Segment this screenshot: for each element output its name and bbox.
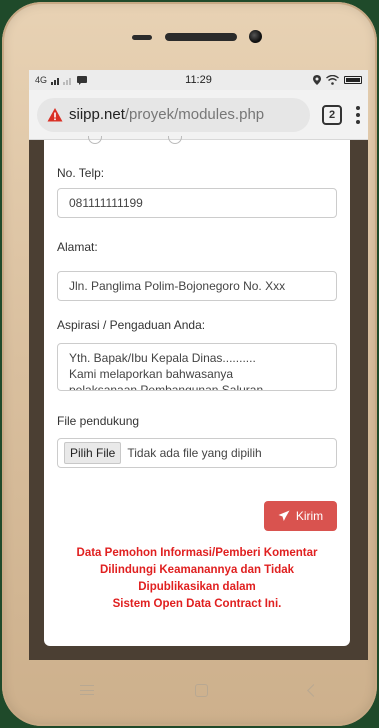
address-bar[interactable]: siipp.net/proyek/modules.php [37, 97, 310, 132]
submit-button[interactable]: Kirim [264, 501, 337, 531]
radio-option[interactable] [168, 136, 182, 144]
phone-nav-bar [29, 660, 368, 720]
notice-line: Sistem Open Data Contract Ini. [112, 598, 282, 610]
notice-line: Dipublikasikan dalam [138, 581, 256, 593]
textarea-line: pelaksanaan Pembangunan Saluran [69, 383, 264, 391]
phone-input[interactable]: 081111111199 [57, 188, 337, 218]
textarea-line: Kami melaporkan bahwasanya [69, 367, 234, 381]
phone-screen: 4G 11:29 siipp.net /proyek/modules.php 2… [29, 70, 368, 660]
web-page-form: No. Telp: 081111111199 Alamat: Jln. Pang… [44, 136, 350, 646]
earpiece-speaker [165, 33, 237, 41]
url-host: siipp.net [69, 106, 125, 123]
aspiration-label: Aspirasi / Pengaduan Anda: [57, 318, 206, 332]
radio-options-partial [88, 136, 288, 146]
paper-plane-icon [278, 510, 290, 521]
front-camera [249, 30, 262, 43]
address-input[interactable]: Jln. Panglima Polim-Bojonegoro No. Xxx [57, 271, 337, 301]
address-label: Alamat: [57, 240, 98, 254]
url-path: /proyek/modules.php [124, 106, 265, 123]
battery-icon [344, 76, 362, 84]
dot [356, 105, 360, 110]
phone-label: No. Telp: [57, 166, 105, 180]
file-label: File pendukung [57, 414, 140, 428]
file-input[interactable]: Pilih File Tidak ada file yang dipilih [57, 438, 337, 468]
recent-apps-icon[interactable] [79, 685, 94, 695]
back-icon[interactable] [306, 683, 320, 697]
notice-line: Dilindungi Keamanannya dan Tidak [99, 564, 295, 576]
browser-menu-button[interactable] [356, 105, 360, 124]
file-status: Tidak ada file yang dipilih [127, 446, 262, 460]
tab-switcher-button[interactable]: 2 [322, 104, 342, 125]
submit-label: Kirim [295, 509, 324, 523]
sensor [132, 35, 152, 40]
textarea-line: Yth. Bapak/Ibu Kepala Dinas.......... [69, 351, 256, 365]
dot [356, 119, 360, 124]
dot [356, 112, 360, 117]
radio-option[interactable] [88, 136, 102, 144]
browser-toolbar: siipp.net/proyek/modules.php 2 [29, 90, 368, 140]
choose-file-button[interactable]: Pilih File [64, 442, 122, 464]
not-secure-warning-icon[interactable] [47, 107, 63, 123]
aspiration-textarea[interactable]: Yth. Bapak/Ibu Kepala Dinas.......... Ka… [57, 343, 337, 391]
notice-line: Data Pemohon Informasi/Pemberi Komentar [76, 547, 318, 559]
privacy-notice: Data Pemohon Informasi/Pemberi Komentar … [44, 545, 350, 613]
home-icon[interactable] [194, 683, 208, 697]
status-bar: 4G 11:29 [29, 70, 368, 90]
clock: 11:29 [185, 74, 212, 86]
